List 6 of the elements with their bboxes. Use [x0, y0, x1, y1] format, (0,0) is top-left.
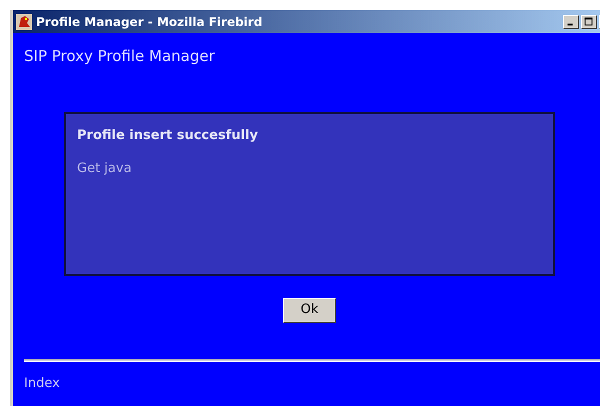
get-java-link[interactable]: Get java	[77, 159, 132, 178]
message-title: Profile insert succesfully	[77, 126, 259, 144]
window-title: Profile Manager - Mozilla Firebird	[36, 14, 262, 28]
ok-button[interactable]: Ok	[283, 298, 336, 322]
page-heading: SIP Proxy Profile Manager	[24, 46, 216, 67]
index-link[interactable]: Index	[24, 374, 60, 393]
